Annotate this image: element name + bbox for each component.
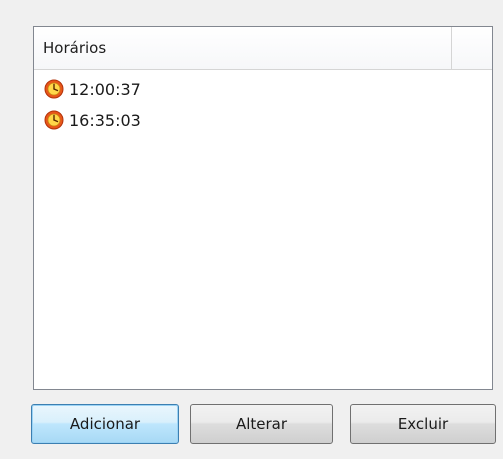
delete-button[interactable]: Excluir (350, 404, 496, 444)
clock-icon (44, 79, 64, 99)
list-rows: 12:00:37 16:35:03 (34, 75, 492, 137)
list-header: Horários (34, 27, 492, 70)
list-item-time: 16:35:03 (69, 111, 141, 130)
schedule-list[interactable]: Horários 12:00:37 16:35:03 (33, 26, 493, 390)
clock-icon (44, 110, 64, 130)
column-header-label: Horários (43, 39, 107, 57)
list-item[interactable]: 12:00:37 (34, 75, 492, 106)
add-button[interactable]: Adicionar (31, 404, 179, 444)
column-header-horarios[interactable]: Horários (34, 27, 452, 69)
schedule-panel: Horários 12:00:37 16:35:03 Adicionar Alt… (0, 0, 503, 459)
list-item-time: 12:00:37 (69, 80, 141, 99)
edit-button[interactable]: Alterar (190, 404, 333, 444)
list-item[interactable]: 16:35:03 (34, 106, 492, 137)
